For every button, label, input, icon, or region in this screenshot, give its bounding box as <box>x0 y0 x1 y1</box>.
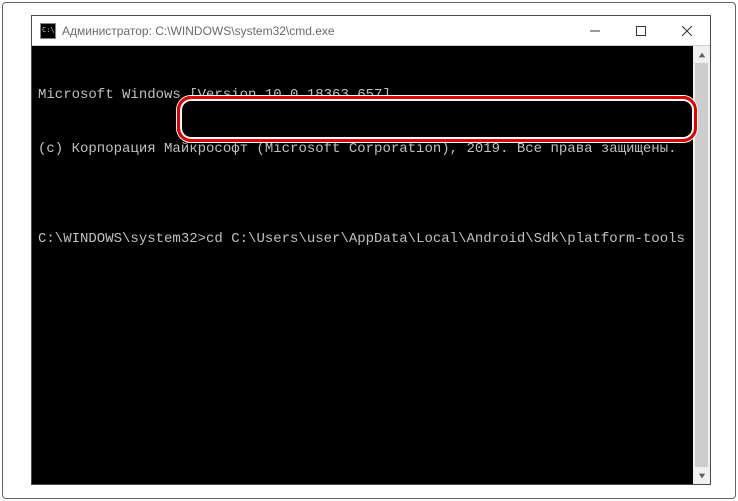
terminal-output-line: Microsoft Windows [Version 10.0.18363.65… <box>38 86 704 104</box>
terminal-command: cd C:\Users\user\AppData\Local\Android\S… <box>206 231 685 247</box>
scroll-up-button[interactable] <box>693 46 710 63</box>
maximize-button[interactable] <box>618 16 664 45</box>
titlebar[interactable]: Администратор: C:\WINDOWS\system32\cmd.e… <box>32 16 710 46</box>
minimize-button[interactable] <box>572 16 618 45</box>
cmd-icon <box>40 23 56 39</box>
vertical-scrollbar[interactable] <box>693 46 710 484</box>
terminal-area[interactable]: Microsoft Windows [Version 10.0.18363.65… <box>32 46 710 484</box>
scroll-track[interactable] <box>693 63 710 467</box>
terminal-prompt: C:\WINDOWS\system32> <box>38 231 206 247</box>
screenshot-frame: Администратор: C:\WINDOWS\system32\cmd.e… <box>2 2 736 499</box>
terminal-output-line: (c) Корпорация Майкрософт (Microsoft Cor… <box>38 140 704 158</box>
close-button[interactable] <box>664 16 710 45</box>
scroll-thumb[interactable] <box>695 63 708 467</box>
window-title: Администратор: C:\WINDOWS\system32\cmd.e… <box>62 24 572 38</box>
window-controls <box>572 16 710 45</box>
cmd-window: Администратор: C:\WINDOWS\system32\cmd.e… <box>31 15 711 485</box>
terminal-prompt-line: C:\WINDOWS\system32>cd C:\Users\user\App… <box>38 230 704 248</box>
scroll-down-button[interactable] <box>693 467 710 484</box>
